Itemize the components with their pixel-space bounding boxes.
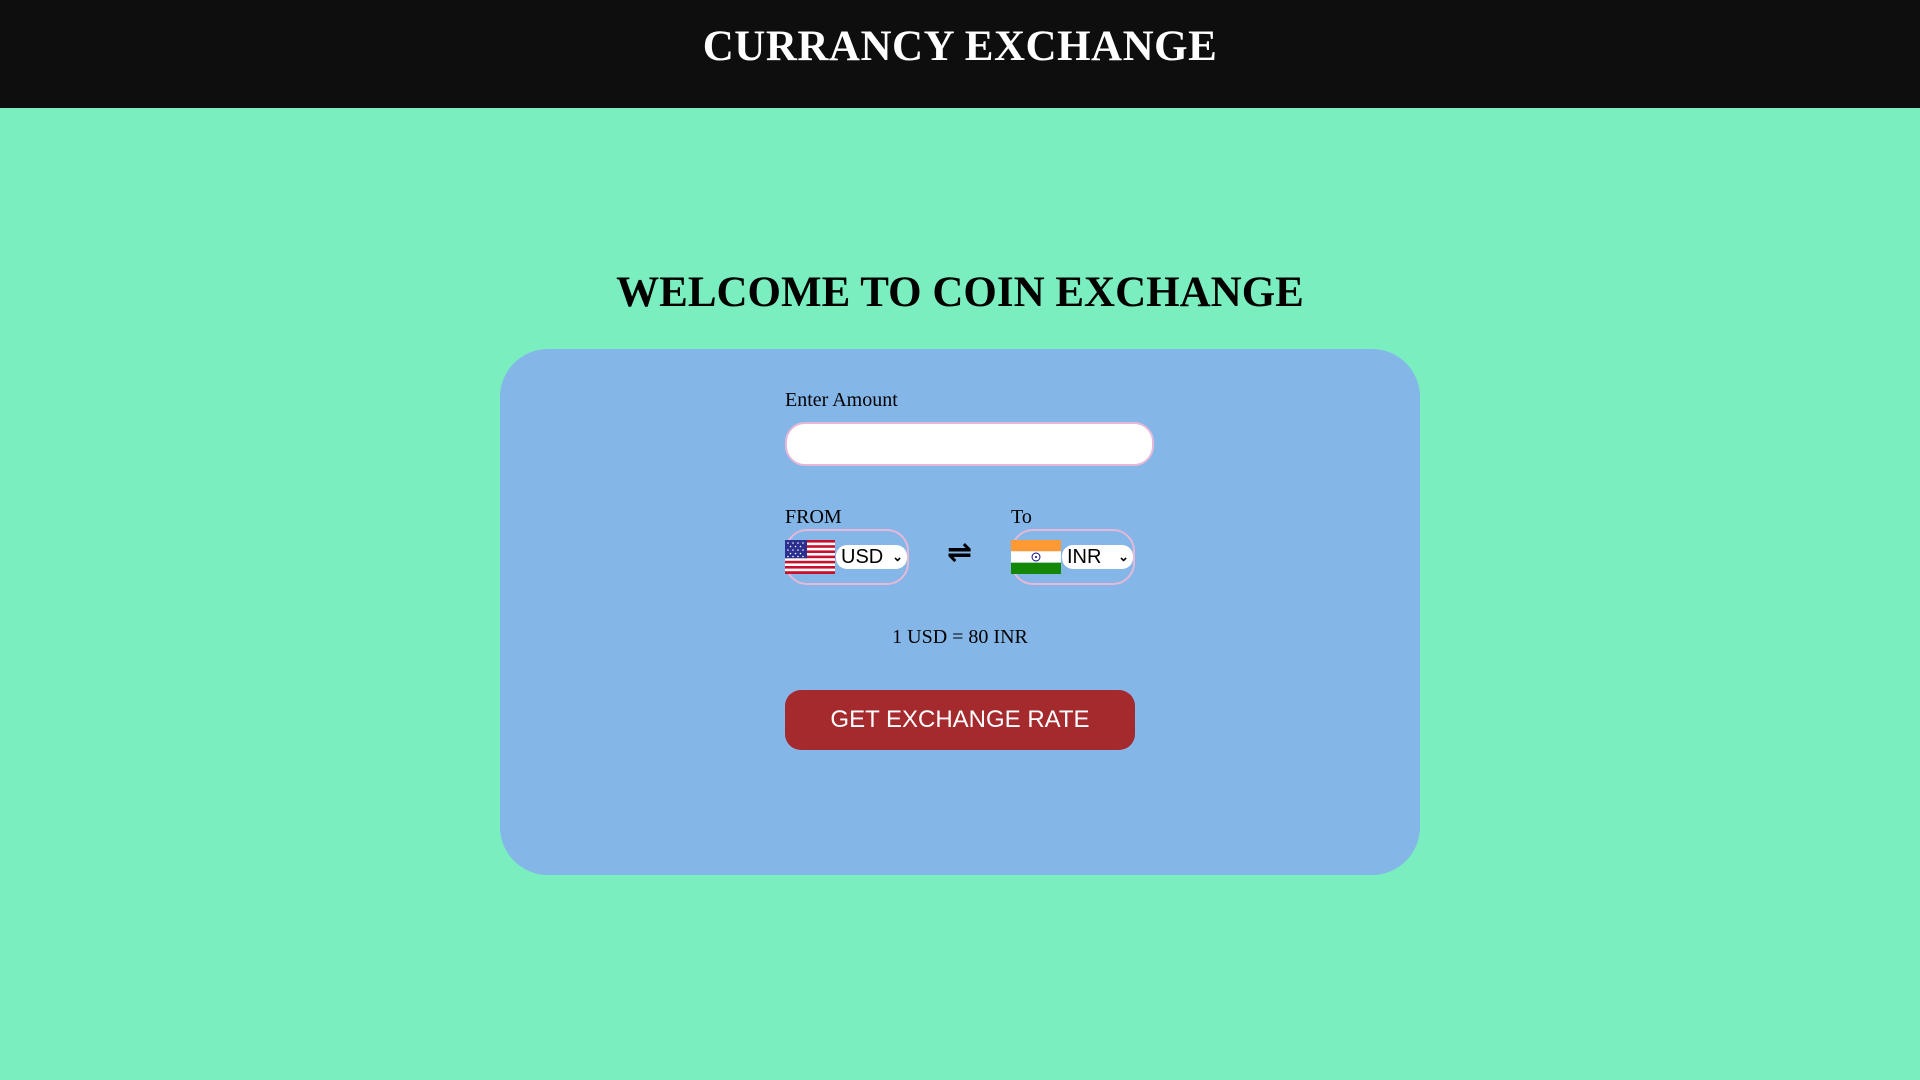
to-currency-box: INR ⌄ bbox=[1011, 529, 1135, 585]
app-title: CURRANCY EXCHANGE bbox=[702, 23, 1218, 70]
from-currency-select[interactable]: USD ⌄ bbox=[836, 545, 907, 569]
from-currency-box: USD ⌄ bbox=[785, 529, 909, 585]
swap-icon[interactable]: ⇌ bbox=[947, 535, 972, 570]
get-exchange-rate-button[interactable]: GET EXCHANGE RATE bbox=[785, 690, 1135, 750]
exchange-card: Enter Amount FROM USD ⌄ ⇌ To INR ⌄ 1 USD… bbox=[500, 349, 1420, 875]
to-currency-select[interactable]: INR ⌄ bbox=[1062, 545, 1133, 569]
welcome-title: WELCOME TO COIN EXCHANGE bbox=[616, 269, 1304, 316]
exchange-rate-text: 1 USD = 80 INR bbox=[892, 626, 1028, 648]
india-flag-icon bbox=[1011, 540, 1061, 574]
to-label: To bbox=[1011, 506, 1032, 528]
amount-input[interactable] bbox=[785, 422, 1154, 466]
from-currency-value: USD bbox=[841, 545, 884, 568]
chevron-down-icon: ⌄ bbox=[892, 549, 903, 564]
us-flag-icon bbox=[785, 540, 835, 574]
amount-label: Enter Amount bbox=[785, 389, 898, 411]
to-currency-value: INR bbox=[1067, 545, 1102, 568]
top-bar: CURRANCY EXCHANGE bbox=[0, 0, 1920, 108]
chevron-down-icon: ⌄ bbox=[1118, 549, 1129, 564]
from-label: FROM bbox=[785, 506, 842, 528]
